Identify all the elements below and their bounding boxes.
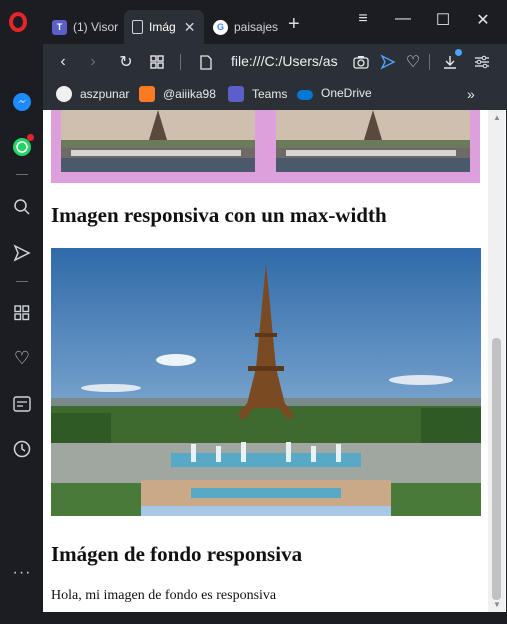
snapshot-camera-icon[interactable]: [349, 44, 373, 80]
bookmarks-bar: aszpunar @aiiika98 Teams OneDrive »: [43, 80, 507, 110]
messenger-icon[interactable]: [11, 91, 33, 113]
scroll-down-arrow-icon[interactable]: ▼: [493, 600, 501, 609]
new-tab-plus-icon[interactable]: +: [288, 14, 300, 34]
tab-teams-visor[interactable]: T (1) Visor: [44, 10, 122, 44]
heading-max-width: Imagen responsiva con un max-width: [51, 203, 387, 227]
sidebar-divider: [16, 174, 28, 175]
teams-icon: [228, 86, 244, 102]
window-bottom-frame: [43, 612, 507, 624]
download-icon[interactable]: [438, 44, 462, 80]
close-tab-icon[interactable]: ✕: [184, 19, 196, 36]
more-options-icon[interactable]: ···: [11, 562, 33, 584]
address-field[interactable]: file:///C:/Users/as: [231, 53, 343, 69]
bookmark-label: Teams: [252, 87, 288, 101]
sidebar: ♡ ···: [0, 44, 43, 624]
opera-logo-icon[interactable]: [9, 12, 27, 32]
heart-sidebar-icon[interactable]: ♡: [11, 347, 33, 369]
google-icon: G: [213, 19, 228, 35]
search-icon[interactable]: [11, 196, 33, 218]
tab-label: (1) Visor: [73, 20, 119, 34]
eiffel-thumbnail-right: [276, 110, 470, 172]
page-scrollbar[interactable]: ▲ ▼: [488, 110, 505, 612]
back-icon[interactable]: ‹: [51, 44, 75, 80]
navigation-bar: ‹ › ↻ file:///C:/Users/as ♡: [43, 44, 507, 80]
bookmarks-overflow-icon[interactable]: »: [467, 86, 475, 102]
page-content: Imagen responsiva con un max-width Imáge…: [43, 110, 506, 612]
browser-window: T (1) Visor Imág ✕ G paisajes + ≡ — ☐ ✕ …: [0, 0, 507, 624]
reload-icon[interactable]: ↻: [114, 44, 138, 80]
scroll-up-arrow-icon[interactable]: ▲: [493, 113, 501, 122]
notification-badge-icon: [27, 134, 34, 141]
scrollbar-thumb[interactable]: [492, 338, 501, 600]
divider: [429, 54, 430, 70]
tab-label: Imág: [149, 20, 176, 34]
forward-icon[interactable]: ›: [81, 44, 105, 80]
news-icon[interactable]: [11, 393, 33, 415]
bookmark-github[interactable]: aszpunar: [56, 86, 129, 102]
send-flow-sidebar-icon[interactable]: [11, 242, 33, 264]
close-window-icon[interactable]: ✕: [468, 10, 498, 30]
bookmark-label: @aiiika98: [163, 87, 216, 101]
send-flow-icon[interactable]: [376, 44, 400, 80]
speed-dial-icon[interactable]: [145, 44, 169, 80]
tab-imagenes[interactable]: Imág ✕: [124, 10, 204, 44]
heading-background-image: Imágen de fondo responsiva: [51, 542, 303, 566]
background-paragraph: Hola, mi imagen de fondo es responsiva: [51, 588, 277, 603]
download-badge-icon: [455, 49, 462, 56]
tab-menu-icon[interactable]: ≡: [348, 10, 378, 28]
onedrive-icon: [297, 89, 313, 100]
bookmark-aiiika98[interactable]: @aiiika98: [139, 86, 216, 102]
speed-dial-sidebar-icon[interactable]: [11, 302, 33, 324]
document-icon: [132, 20, 143, 34]
github-icon: [56, 86, 72, 102]
sidebar-divider: [16, 281, 28, 282]
whatsapp-icon[interactable]: [11, 134, 34, 158]
bookmark-teams[interactable]: Teams: [228, 86, 287, 102]
minimize-icon[interactable]: —: [388, 10, 418, 28]
eiffel-tower-image: [51, 248, 481, 516]
tab-bar: T (1) Visor Imág ✕ G paisajes + ≡ — ☐ ✕: [0, 0, 507, 44]
tab-label: paisajes: [234, 20, 279, 34]
maximize-icon[interactable]: ☐: [428, 10, 458, 30]
page-info-icon[interactable]: [194, 44, 218, 80]
history-clock-icon[interactable]: [11, 438, 33, 460]
background-image-section: [51, 110, 480, 183]
tab-paisajes[interactable]: G paisajes: [205, 10, 283, 44]
bookmark-label: OneDrive: [321, 86, 372, 100]
easy-setup-icon[interactable]: [470, 44, 494, 80]
xampp-icon: [139, 86, 155, 102]
divider: [180, 54, 181, 70]
heart-bookmark-icon[interactable]: ♡: [401, 44, 425, 80]
bookmark-label: aszpunar: [80, 87, 130, 101]
teams-icon: T: [52, 19, 67, 35]
bookmark-onedrive[interactable]: OneDrive: [297, 86, 372, 100]
eiffel-thumbnail-left: [61, 110, 255, 172]
